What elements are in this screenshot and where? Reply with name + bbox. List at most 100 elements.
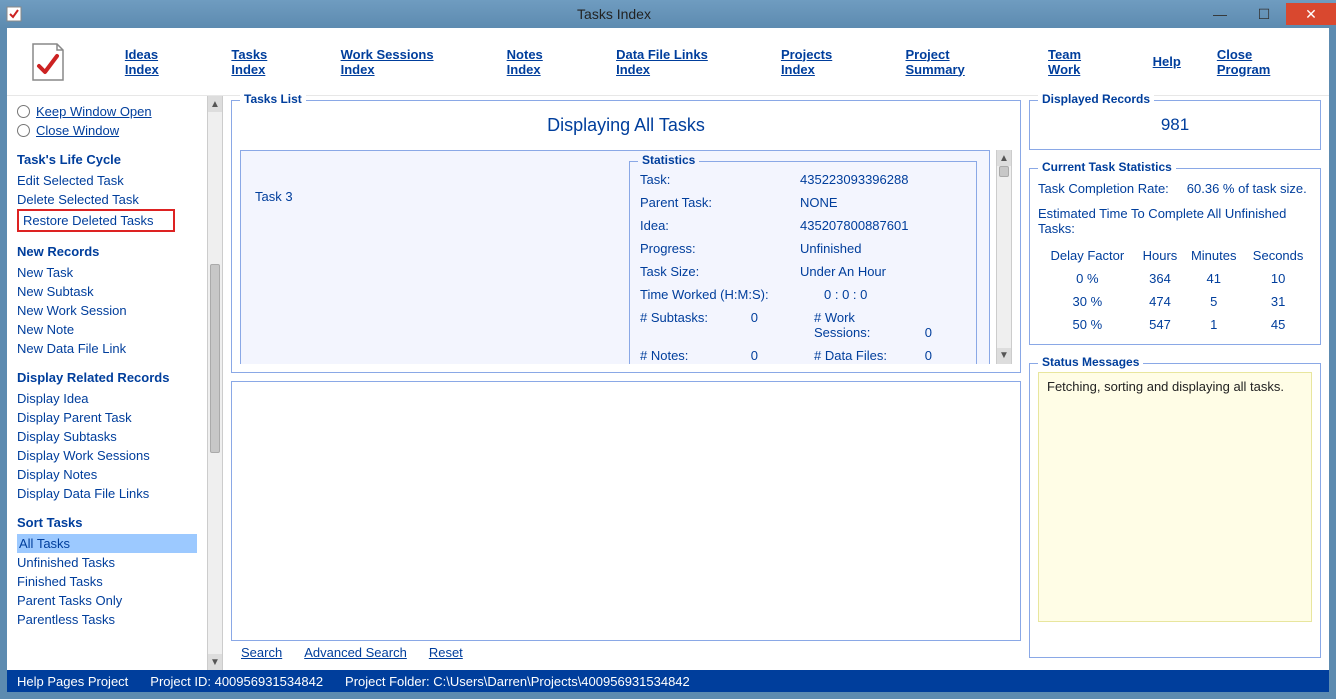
lbl-notes: # Notes: (640, 348, 738, 363)
val-task: 435223093396288 (800, 172, 908, 187)
menu-notes-index[interactable]: Notes Index (507, 47, 580, 77)
val-time: 0 : 0 : 0 (800, 287, 867, 302)
menu-tasks-index[interactable]: Tasks Index (231, 47, 304, 77)
th-hours: Hours (1137, 244, 1183, 267)
sidebar: Keep Window Open Close Window Task's Lif… (7, 96, 207, 670)
status-message-text: Fetching, sorting and displaying all tas… (1038, 372, 1312, 622)
menubar: Ideas Index Tasks Index Work Sessions In… (7, 28, 1329, 96)
keep-window-open-radio[interactable] (17, 105, 30, 118)
reset-link[interactable]: Reset (429, 645, 463, 660)
maximize-button[interactable]: ☐ (1242, 3, 1286, 25)
estimated-time-label: Estimated Time To Complete All Unfinishe… (1038, 206, 1312, 244)
sort-unfinished[interactable]: Unfinished Tasks (17, 553, 203, 572)
status-messages-panel: Status Messages Fetching, sorting and di… (1029, 363, 1321, 658)
statusbar: Help Pages Project Project ID: 400956931… (7, 670, 1329, 692)
lbl-df: # Data Files: (814, 348, 912, 363)
scroll-down-icon[interactable]: ▼ (997, 348, 1011, 364)
close-button[interactable]: ✕ (1286, 3, 1336, 25)
new-subtask[interactable]: New Subtask (17, 282, 203, 301)
displayed-records-legend: Displayed Records (1038, 92, 1154, 106)
sort-parentless[interactable]: Parentless Tasks (17, 610, 203, 629)
th-delay: Delay Factor (1038, 244, 1137, 267)
status-project-id: Project ID: 400956931534842 (150, 674, 323, 689)
completion-rate-value: 60.36 % of task size. (1187, 181, 1307, 196)
section-new-records: New Records (17, 232, 203, 263)
close-window-label[interactable]: Close Window (36, 123, 119, 138)
completion-rate-label: Task Completion Rate: (1038, 181, 1169, 196)
display-parent-task[interactable]: Display Parent Task (17, 408, 203, 427)
search-link[interactable]: Search (241, 645, 282, 660)
status-project-folder: Project Folder: C:\Users\Darren\Projects… (345, 674, 690, 689)
scroll-up-icon[interactable]: ▲ (208, 96, 222, 112)
delete-selected-task[interactable]: Delete Selected Task (17, 190, 203, 209)
menu-team-work[interactable]: Team Work (1048, 47, 1117, 77)
lbl-task: Task: (640, 172, 800, 187)
tasks-scrollbar[interactable]: ▲ ▼ (996, 150, 1012, 364)
task-statistics: Statistics Task:435223093396288 Parent T… (629, 161, 977, 364)
time-estimate-table: Delay Factor Hours Minutes Seconds 0 % 3… (1038, 244, 1312, 336)
task-card[interactable]: Task 3 Statistics Task:435223093396288 P… (240, 150, 990, 364)
tasks-list-title: Displaying All Tasks (240, 109, 1012, 150)
val-idea: 435207800887601 (800, 218, 908, 233)
close-window-radio[interactable] (17, 124, 30, 137)
new-data-file-link[interactable]: New Data File Link (17, 339, 203, 358)
display-subtasks[interactable]: Display Subtasks (17, 427, 203, 446)
section-tasks-life-cycle: Task's Life Cycle (17, 140, 203, 171)
menu-ideas-index[interactable]: Ideas Index (125, 47, 196, 77)
tasks-list-legend: Tasks List (240, 92, 306, 106)
minimize-button[interactable]: — (1198, 3, 1242, 25)
menu-close-program[interactable]: Close Program (1217, 47, 1309, 77)
display-idea[interactable]: Display Idea (17, 389, 203, 408)
table-row: 0 % 364 41 10 (1038, 267, 1312, 290)
display-data-file-links[interactable]: Display Data File Links (17, 484, 203, 503)
search-input[interactable] (231, 381, 1021, 642)
restore-deleted-tasks[interactable]: Restore Deleted Tasks (17, 209, 175, 232)
sort-all-tasks[interactable]: All Tasks (17, 534, 197, 553)
lbl-subtasks: # Subtasks: (640, 310, 738, 325)
displayed-records-panel: Displayed Records 981 (1029, 100, 1321, 150)
new-task[interactable]: New Task (17, 263, 203, 282)
val-df: 0 (912, 348, 932, 363)
menu-projects-index[interactable]: Projects Index (781, 47, 870, 77)
menu-project-summary[interactable]: Project Summary (906, 47, 1013, 77)
sort-parent-only[interactable]: Parent Tasks Only (17, 591, 203, 610)
val-subtasks: 0 (738, 310, 758, 325)
window-title: Tasks Index (30, 6, 1198, 22)
sort-finished[interactable]: Finished Tasks (17, 572, 203, 591)
menu-data-file-links-index[interactable]: Data File Links Index (616, 47, 745, 77)
logo-icon (23, 38, 71, 86)
displayed-records-count: 981 (1038, 109, 1312, 141)
lbl-idea: Idea: (640, 218, 800, 233)
menu-help[interactable]: Help (1153, 54, 1181, 69)
val-progress: Unfinished (800, 241, 861, 256)
status-help-link[interactable]: Help Pages Project (17, 674, 128, 689)
status-messages-legend: Status Messages (1038, 355, 1143, 369)
val-size: Under An Hour (800, 264, 886, 279)
section-display-related: Display Related Records (17, 358, 203, 389)
lbl-size: Task Size: (640, 264, 800, 279)
val-parent: NONE (800, 195, 838, 210)
th-seconds: Seconds (1244, 244, 1312, 267)
scroll-down-icon[interactable]: ▼ (208, 654, 222, 670)
current-task-statistics-panel: Current Task Statistics Task Completion … (1029, 168, 1321, 345)
lbl-progress: Progress: (640, 241, 800, 256)
task-name: Task 3 (253, 161, 613, 364)
titlebar: Tasks Index — ☐ ✕ (0, 0, 1336, 28)
edit-selected-task[interactable]: Edit Selected Task (17, 171, 203, 190)
menu-work-sessions-index[interactable]: Work Sessions Index (341, 47, 471, 77)
current-task-statistics-legend: Current Task Statistics (1038, 160, 1176, 174)
new-note[interactable]: New Note (17, 320, 203, 339)
sidebar-scrollbar[interactable]: ▲ ▼ (207, 96, 223, 670)
new-work-session[interactable]: New Work Session (17, 301, 203, 320)
display-notes[interactable]: Display Notes (17, 465, 203, 484)
app-icon (6, 6, 22, 22)
scroll-up-icon[interactable]: ▲ (997, 150, 1011, 166)
lbl-parent: Parent Task: (640, 195, 800, 210)
val-ws: 0 (912, 325, 932, 340)
section-sort-tasks: Sort Tasks (17, 503, 203, 534)
table-row: 50 % 547 1 45 (1038, 313, 1312, 336)
display-work-sessions[interactable]: Display Work Sessions (17, 446, 203, 465)
advanced-search-link[interactable]: Advanced Search (304, 645, 407, 660)
keep-window-open-label[interactable]: Keep Window Open (36, 104, 152, 119)
stats-legend: Statistics (638, 153, 699, 167)
